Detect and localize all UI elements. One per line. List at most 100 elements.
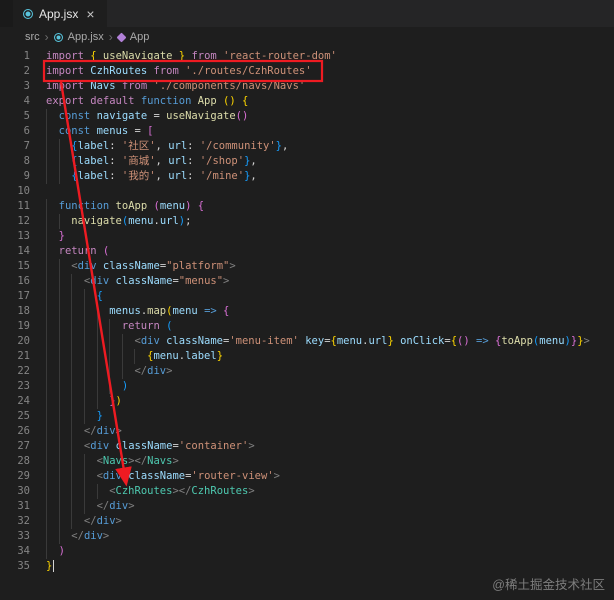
line-number[interactable]: 11: [0, 199, 30, 214]
code-token: Navs: [102, 455, 129, 467]
line-number[interactable]: 9: [0, 169, 30, 184]
code-line[interactable]: <div className='router-view'>: [46, 469, 614, 484]
line-number[interactable]: 7: [0, 139, 30, 154]
code-line[interactable]: </div>: [46, 364, 614, 379]
code-token: </: [83, 425, 97, 437]
code-line[interactable]: <CzhRoutes></CzhRoutes>: [46, 484, 614, 499]
code-line[interactable]: {menu.label}: [46, 349, 614, 364]
code-line[interactable]: {label: '商城', url: '/shop'},: [46, 154, 614, 169]
line-number[interactable]: 29: [0, 469, 30, 484]
line-number[interactable]: 35: [0, 559, 30, 574]
line-number[interactable]: 24: [0, 394, 30, 409]
close-icon[interactable]: ×: [84, 7, 96, 21]
code-line[interactable]: </div>: [46, 424, 614, 439]
code-token: ): [115, 395, 122, 407]
code-line[interactable]: return (: [46, 319, 614, 334]
line-number[interactable]: 20: [0, 334, 30, 349]
line-number[interactable]: 15: [0, 259, 30, 274]
code-line[interactable]: ): [46, 544, 614, 559]
indent-guide: [71, 424, 84, 439]
line-number[interactable]: 14: [0, 244, 30, 259]
code-line[interactable]: function toApp (menu) {: [46, 199, 614, 214]
code-token: './components/navs/Navs': [153, 80, 306, 92]
code-line[interactable]: }: [46, 229, 614, 244]
code-line[interactable]: }): [46, 394, 614, 409]
line-number[interactable]: 17: [0, 289, 30, 304]
indent-guide: [109, 349, 122, 364]
line-number[interactable]: 23: [0, 379, 30, 394]
code-token: Navs: [147, 455, 173, 467]
code-line[interactable]: {label: '社区', url: '/community'},: [46, 139, 614, 154]
code-token: ): [121, 380, 129, 392]
code-token: ,: [250, 170, 257, 182]
code-line[interactable]: import CzhRoutes from './routes/CzhRoute…: [46, 64, 614, 79]
code-line[interactable]: import Navs from './components/navs/Navs…: [46, 79, 614, 94]
line-number[interactable]: 13: [0, 229, 30, 244]
indent-guide: [71, 484, 84, 499]
code-line[interactable]: {: [46, 289, 614, 304]
line-number[interactable]: 31: [0, 499, 30, 514]
code-line[interactable]: const menus = [: [46, 124, 614, 139]
line-number[interactable]: 27: [0, 439, 30, 454]
code-line[interactable]: navigate(menu.url);: [46, 214, 614, 229]
line-number[interactable]: 22: [0, 364, 30, 379]
code-token: from: [185, 50, 224, 62]
line-number[interactable]: 25: [0, 409, 30, 424]
indent-guide: [46, 274, 59, 289]
line-number[interactable]: 32: [0, 514, 30, 529]
code-line[interactable]: </div>: [46, 529, 614, 544]
code-line[interactable]: [46, 184, 614, 199]
code-line[interactable]: <div className='menu-item' key={menu.url…: [46, 334, 614, 349]
code-token: >: [166, 365, 173, 377]
code-line[interactable]: return (: [46, 244, 614, 259]
indent-guide: [46, 469, 59, 484]
tab-appjsx[interactable]: App.jsx ×: [13, 0, 107, 27]
line-number[interactable]: 3: [0, 79, 30, 94]
code-line[interactable]: menus.map(menu => {: [46, 304, 614, 319]
code-line[interactable]: <div className='container'>: [46, 439, 614, 454]
code-line[interactable]: <div className="menus">: [46, 274, 614, 289]
line-number[interactable]: 16: [0, 274, 30, 289]
indent-guide: [84, 499, 97, 514]
line-number[interactable]: 10: [0, 184, 30, 199]
code-line[interactable]: </div>: [46, 499, 614, 514]
breadcrumb: src › App.jsx › App: [0, 27, 614, 47]
code-line[interactable]: }: [46, 559, 614, 574]
line-number[interactable]: 8: [0, 154, 30, 169]
indent-guide: [59, 139, 72, 154]
line-number[interactable]: 12: [0, 214, 30, 229]
line-number[interactable]: 5: [0, 109, 30, 124]
code-line[interactable]: <Navs></Navs>: [46, 454, 614, 469]
code-line[interactable]: {label: '我的', url: '/mine'},: [46, 169, 614, 184]
code-token: ,: [250, 155, 257, 167]
code-token: '社区': [121, 140, 156, 152]
line-number[interactable]: 6: [0, 124, 30, 139]
line-number[interactable]: 21: [0, 349, 30, 364]
breadcrumb-item-file[interactable]: App.jsx: [68, 31, 104, 43]
indent-guide: [59, 214, 72, 229]
code-token: from: [115, 80, 154, 92]
breadcrumb-item-src[interactable]: src: [25, 31, 40, 43]
code-line[interactable]: import { useNavigate } from 'react-route…: [46, 49, 614, 64]
watermark: @稀土掘金技术社区: [492, 578, 605, 592]
breadcrumb-item-symbol[interactable]: App: [130, 31, 150, 43]
line-number[interactable]: 28: [0, 454, 30, 469]
line-number[interactable]: 33: [0, 529, 30, 544]
code-line[interactable]: export default function App () {: [46, 94, 614, 109]
indent-guide: [109, 379, 122, 394]
code-line[interactable]: ): [46, 379, 614, 394]
code-line[interactable]: <div className="platform">: [46, 259, 614, 274]
code-token: navigate: [96, 110, 148, 122]
line-number[interactable]: 34: [0, 544, 30, 559]
line-number[interactable]: 1: [0, 49, 30, 64]
line-number[interactable]: 2: [0, 64, 30, 79]
line-number[interactable]: 18: [0, 304, 30, 319]
line-number[interactable]: 4: [0, 94, 30, 109]
line-number[interactable]: 19: [0, 319, 30, 334]
line-number[interactable]: 26: [0, 424, 30, 439]
code-line[interactable]: const navigate = useNavigate(): [46, 109, 614, 124]
code-line[interactable]: </div>: [46, 514, 614, 529]
line-number[interactable]: 30: [0, 484, 30, 499]
code-line[interactable]: }: [46, 409, 614, 424]
code-token: useNavigate: [102, 50, 173, 62]
